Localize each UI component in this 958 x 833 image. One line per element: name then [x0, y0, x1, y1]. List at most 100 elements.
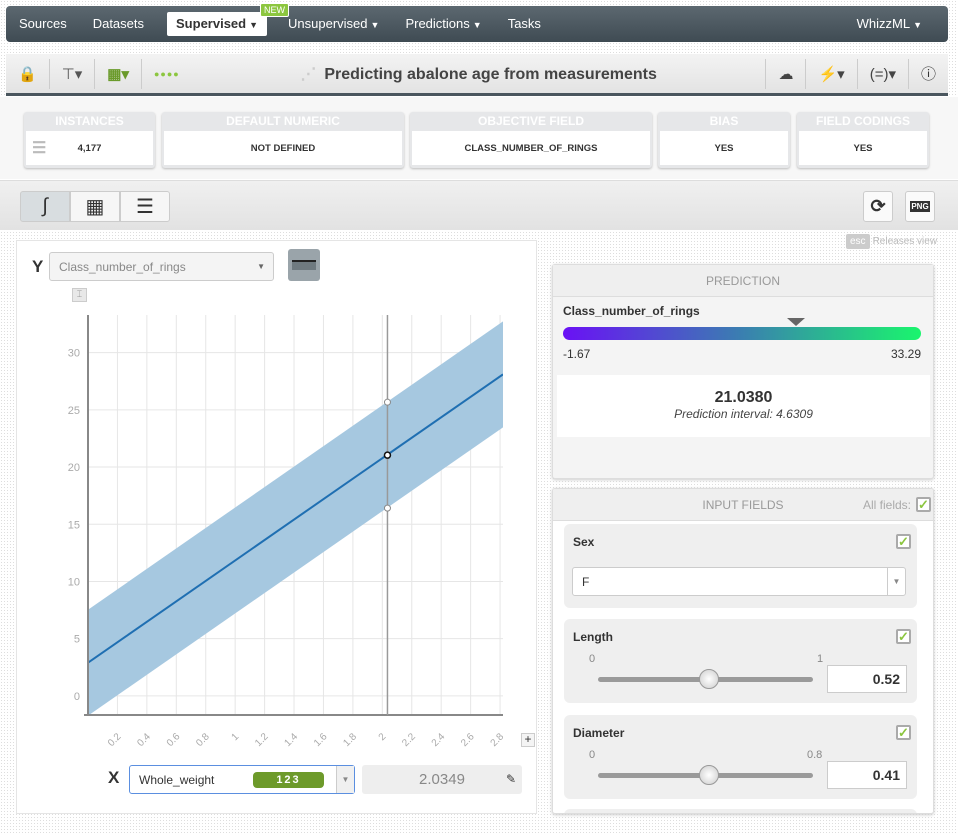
y-tick-label: 15 [68, 519, 80, 531]
nav-unsupervised[interactable]: Unsupervised ▼ [275, 6, 392, 42]
nav-supervised[interactable]: Supervised ▼ NEW [167, 3, 290, 36]
list-view-button[interactable]: ☰ [120, 191, 170, 222]
card-label: OBJECTIVE FIELD [477, 114, 584, 128]
field-types-icon[interactable]: ▦▾ [95, 58, 142, 89]
info-icon[interactable]: ⓘ [909, 59, 948, 89]
chart-panel: Y Class_number_of_rings ▼ ⌶ 0.2 0.4 0.6 0.8 1… [16, 240, 537, 814]
upper-bound-point [383, 398, 391, 406]
png-export-button[interactable]: PNG [905, 191, 935, 222]
prediction-field-name: Class_number_of_rings [563, 304, 700, 318]
caret-down-icon: ▼ [336, 766, 354, 793]
chart-svg[interactable]: 0.2 0.4 0.6 0.8 1 1.2 1.4 1.6 1.8 2 2.2 2.4 2.6 2.8 0 5… [17, 241, 538, 761]
nav-label: Supervised [176, 16, 247, 31]
checkbox-checked-icon[interactable]: ✓ [896, 534, 911, 549]
resource-toolbar: 🔒 ⊤▾ ▦▾ ●●●● ⋰ Predicting abalone age fro… [6, 54, 948, 96]
x-zoom-button[interactable]: + [521, 733, 535, 747]
length-slider[interactable] [598, 669, 813, 689]
lower-bound-point [383, 504, 391, 512]
checkbox-checked-icon[interactable]: ✓ [896, 629, 911, 644]
pencil-icon[interactable]: ✎ [506, 765, 516, 794]
top-nav: Sources Datasets Supervised ▼ NEW Unsuperv… [6, 3, 948, 42]
numeric-type-badge: 123 [253, 771, 324, 788]
card-label: BIAS [709, 114, 739, 128]
prediction-value: 21.0380 [714, 389, 773, 406]
field-name: Length [573, 630, 613, 644]
prediction-header: PREDICTION [553, 265, 933, 297]
esc-key: esc [846, 234, 870, 249]
chart-view-button[interactable]: ∫ [20, 191, 70, 222]
checkbox-checked-icon[interactable]: ✓ [916, 497, 931, 512]
grid-view-button[interactable]: ▦ [70, 191, 120, 222]
x-tick-label: 2.6 [459, 731, 477, 749]
x-tick-label: 1.4 [283, 731, 301, 749]
nav-whizzml[interactable]: WhizzML ▼ [844, 6, 948, 42]
sex-select[interactable]: F ▼ [572, 567, 906, 596]
card-value: NOT DEFINED [164, 131, 402, 165]
y-tick-label: 0 [74, 691, 80, 703]
x-field-select[interactable]: Whole_weight 123 ▼ [129, 765, 355, 794]
page-title: ⋰ Predicting abalone age from measurement… [192, 64, 766, 84]
grid-icon: ▦ [85, 196, 105, 218]
y-tick-label: 25 [68, 405, 80, 417]
y-tick-label: 20 [68, 462, 80, 474]
slider-handle[interactable] [699, 765, 719, 785]
nav-tasks[interactable]: Tasks [495, 6, 554, 42]
x-tick-label: 0.8 [194, 731, 212, 749]
prediction-result-box: 21.0380 Prediction interval: 4.6309 [557, 375, 930, 437]
prediction-gradient-bar [563, 327, 921, 340]
refresh-icon: ⟳ [870, 196, 886, 216]
nav-label: Unsupervised [288, 16, 368, 31]
card-label: DEFAULT NUMERIC [226, 114, 340, 128]
all-fields-toggle[interactable]: All fields: [863, 489, 911, 521]
nav-datasets[interactable]: Datasets [80, 6, 157, 42]
length-input[interactable]: 0.52 [827, 665, 907, 693]
caret-down-icon: ▼ [472, 20, 482, 30]
new-badge: NEW [260, 3, 290, 17]
releases-view-hint[interactable]: esc Releases view [846, 234, 937, 249]
prediction-marker-icon [786, 318, 805, 326]
slider-handle[interactable] [699, 669, 719, 689]
checkbox-checked-icon[interactable]: ✓ [896, 725, 911, 740]
instances-value: 4,177 [77, 142, 102, 154]
caret-down-icon: ▼ [370, 20, 380, 30]
field-diameter: Diameter ✓ 0 0.8 0.41 [564, 715, 917, 799]
x-tick-label: 2 [377, 731, 389, 743]
diameter-slider[interactable] [598, 765, 813, 785]
y-tick-label: 10 [68, 576, 80, 588]
diameter-input[interactable]: 0.41 [827, 761, 907, 789]
batch-predict-icon[interactable]: ⚡▾ [806, 58, 858, 89]
lock-icon[interactable]: 🔒 [6, 58, 50, 89]
model-tree-icon[interactable]: ⊤▾ [50, 58, 96, 89]
x-axis-label: X [108, 768, 120, 787]
x-tick-label: 2.8 [489, 731, 507, 749]
card-label: FIELD CODINGS [815, 114, 910, 128]
field-name: Sex [573, 535, 595, 549]
summary-bias: BIAS YES [658, 112, 790, 168]
cloud-download-icon[interactable]: ☁ [765, 58, 807, 89]
nav-predictions[interactable]: Predictions ▼ [392, 6, 494, 42]
sex-value: F [582, 574, 590, 589]
x-value-field[interactable]: 2.0349 ✎ [362, 765, 522, 794]
slider-max: 0.8 [807, 749, 823, 761]
field-name: Diameter [573, 726, 625, 740]
slider-max: 1 [817, 653, 824, 665]
refresh-button[interactable]: ⟳ [863, 191, 893, 222]
field-length: Length ✓ 0 1 0.52 [564, 619, 917, 703]
range-max: 33.29 [890, 347, 921, 361]
png-download-icon: PNG [910, 201, 930, 212]
model-icon: ⋰ [300, 65, 317, 83]
nav-sources[interactable]: Sources [6, 6, 80, 42]
input-fields-header: INPUT FIELDS All fields: ✓ [553, 489, 933, 521]
caret-down-icon: ▼ [913, 20, 922, 30]
x-tick-label: 1.8 [341, 731, 359, 749]
caret-down-icon: ▼ [249, 20, 259, 30]
formula-icon[interactable]: (=)▾ [858, 58, 909, 89]
summary-instances: INSTANCES ☰ 4,177 [24, 112, 155, 168]
summary-objective: OBJECTIVE FIELD CLASS_NUMBER_OF_RINGS [410, 112, 652, 168]
curve-icon: ∫ [42, 195, 48, 217]
x-tick-label: 0.2 [106, 731, 124, 749]
x-tick-label: 1.2 [253, 731, 271, 749]
x-tick-label: 0.6 [165, 731, 183, 749]
field-sex: Sex ✓ F ▼ [564, 524, 917, 608]
slider-min: 0 [589, 653, 596, 665]
